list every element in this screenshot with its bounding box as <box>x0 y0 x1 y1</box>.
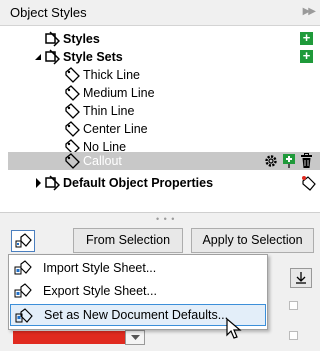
style-sheet-menu-button[interactable] <box>11 230 35 252</box>
tree-item-label: Thin Line <box>83 104 135 118</box>
tree-item-label: Callout <box>83 154 122 168</box>
option-checkbox[interactable] <box>289 331 298 340</box>
collapse-icon[interactable] <box>34 53 42 61</box>
mouse-cursor-icon <box>226 318 242 339</box>
default-properties-icon <box>45 175 60 191</box>
option-checkbox[interactable] <box>289 301 298 310</box>
tree-item-style-sets[interactable]: Style Sets + <box>0 48 320 66</box>
default-style-tag-icon[interactable] <box>300 175 316 191</box>
tree-item-label: Thick Line <box>83 68 140 82</box>
from-selection-button[interactable]: From Selection <box>73 228 183 253</box>
style-tag-icon <box>65 67 80 83</box>
docker-title: Object Styles <box>10 5 87 20</box>
tree-item-thin-line[interactable]: Thin Line <box>0 102 320 120</box>
tree-item-label: Default Object Properties <box>63 176 214 190</box>
apply-to-selection-button[interactable]: Apply to Selection <box>191 228 314 253</box>
style-tag-icon <box>65 121 80 137</box>
expand-icon[interactable] <box>36 178 41 188</box>
tree-item-label: Styles <box>63 32 100 46</box>
import-style-sheet-icon <box>14 260 32 275</box>
add-style-icon[interactable]: + <box>300 31 313 45</box>
style-tree: Styles + Style Sets + Thick Line Medium … <box>0 26 320 213</box>
add-style-set-icon[interactable]: + <box>300 49 313 63</box>
chevron-down-icon <box>131 335 140 340</box>
tree-item-medium-line[interactable]: Medium Line <box>0 84 320 102</box>
menu-item-label: Import Style Sheet... <box>43 261 157 275</box>
style-action-bar: From Selection Apply to Selection <box>0 226 320 254</box>
style-sheet-icon <box>15 233 32 248</box>
menu-item-label: Export Style Sheet... <box>43 284 157 298</box>
style-tag-icon <box>65 153 80 169</box>
import-arrow-button[interactable] <box>290 268 312 288</box>
tree-item-label: Style Sets <box>63 50 123 64</box>
color-swatch[interactable] <box>13 331 125 344</box>
tree-item-label: Medium Line <box>83 86 155 100</box>
style-set-node-icon <box>45 49 60 65</box>
download-arrow-icon <box>296 272 306 284</box>
style-tag-icon <box>65 85 80 101</box>
tree-item-label: Center Line <box>83 122 148 136</box>
tree-item-default-object-properties[interactable]: Default Object Properties <box>0 174 320 192</box>
expand-docker-icon[interactable]: ▶▶ <box>303 6 316 17</box>
tree-item-styles[interactable]: Styles + <box>0 30 320 48</box>
style-node-icon <box>45 31 60 47</box>
resize-grip[interactable]: • • • <box>156 214 175 224</box>
style-tag-icon <box>65 103 80 119</box>
tree-item-callout[interactable]: Callout <box>8 152 320 170</box>
gear-icon[interactable] <box>264 154 278 168</box>
docker-titlebar: Object Styles ▶▶ <box>0 0 320 26</box>
tree-item-center-line[interactable]: Center Line <box>0 120 320 138</box>
delete-icon[interactable] <box>300 153 313 169</box>
add-child-style-icon[interactable] <box>282 153 296 169</box>
color-dropdown[interactable] <box>125 330 145 345</box>
menu-item-label: Set as New Document Defaults... <box>44 308 229 322</box>
object-styles-docker: Object Styles ▶▶ Styles + Style Sets + T… <box>0 0 320 351</box>
document-defaults-icon <box>15 308 33 323</box>
menu-item-export-style-sheet[interactable]: Export Style Sheet... <box>9 280 267 302</box>
menu-item-import-style-sheet[interactable]: Import Style Sheet... <box>9 257 267 279</box>
tree-item-thick-line[interactable]: Thick Line <box>0 66 320 84</box>
export-style-sheet-icon <box>14 283 32 298</box>
